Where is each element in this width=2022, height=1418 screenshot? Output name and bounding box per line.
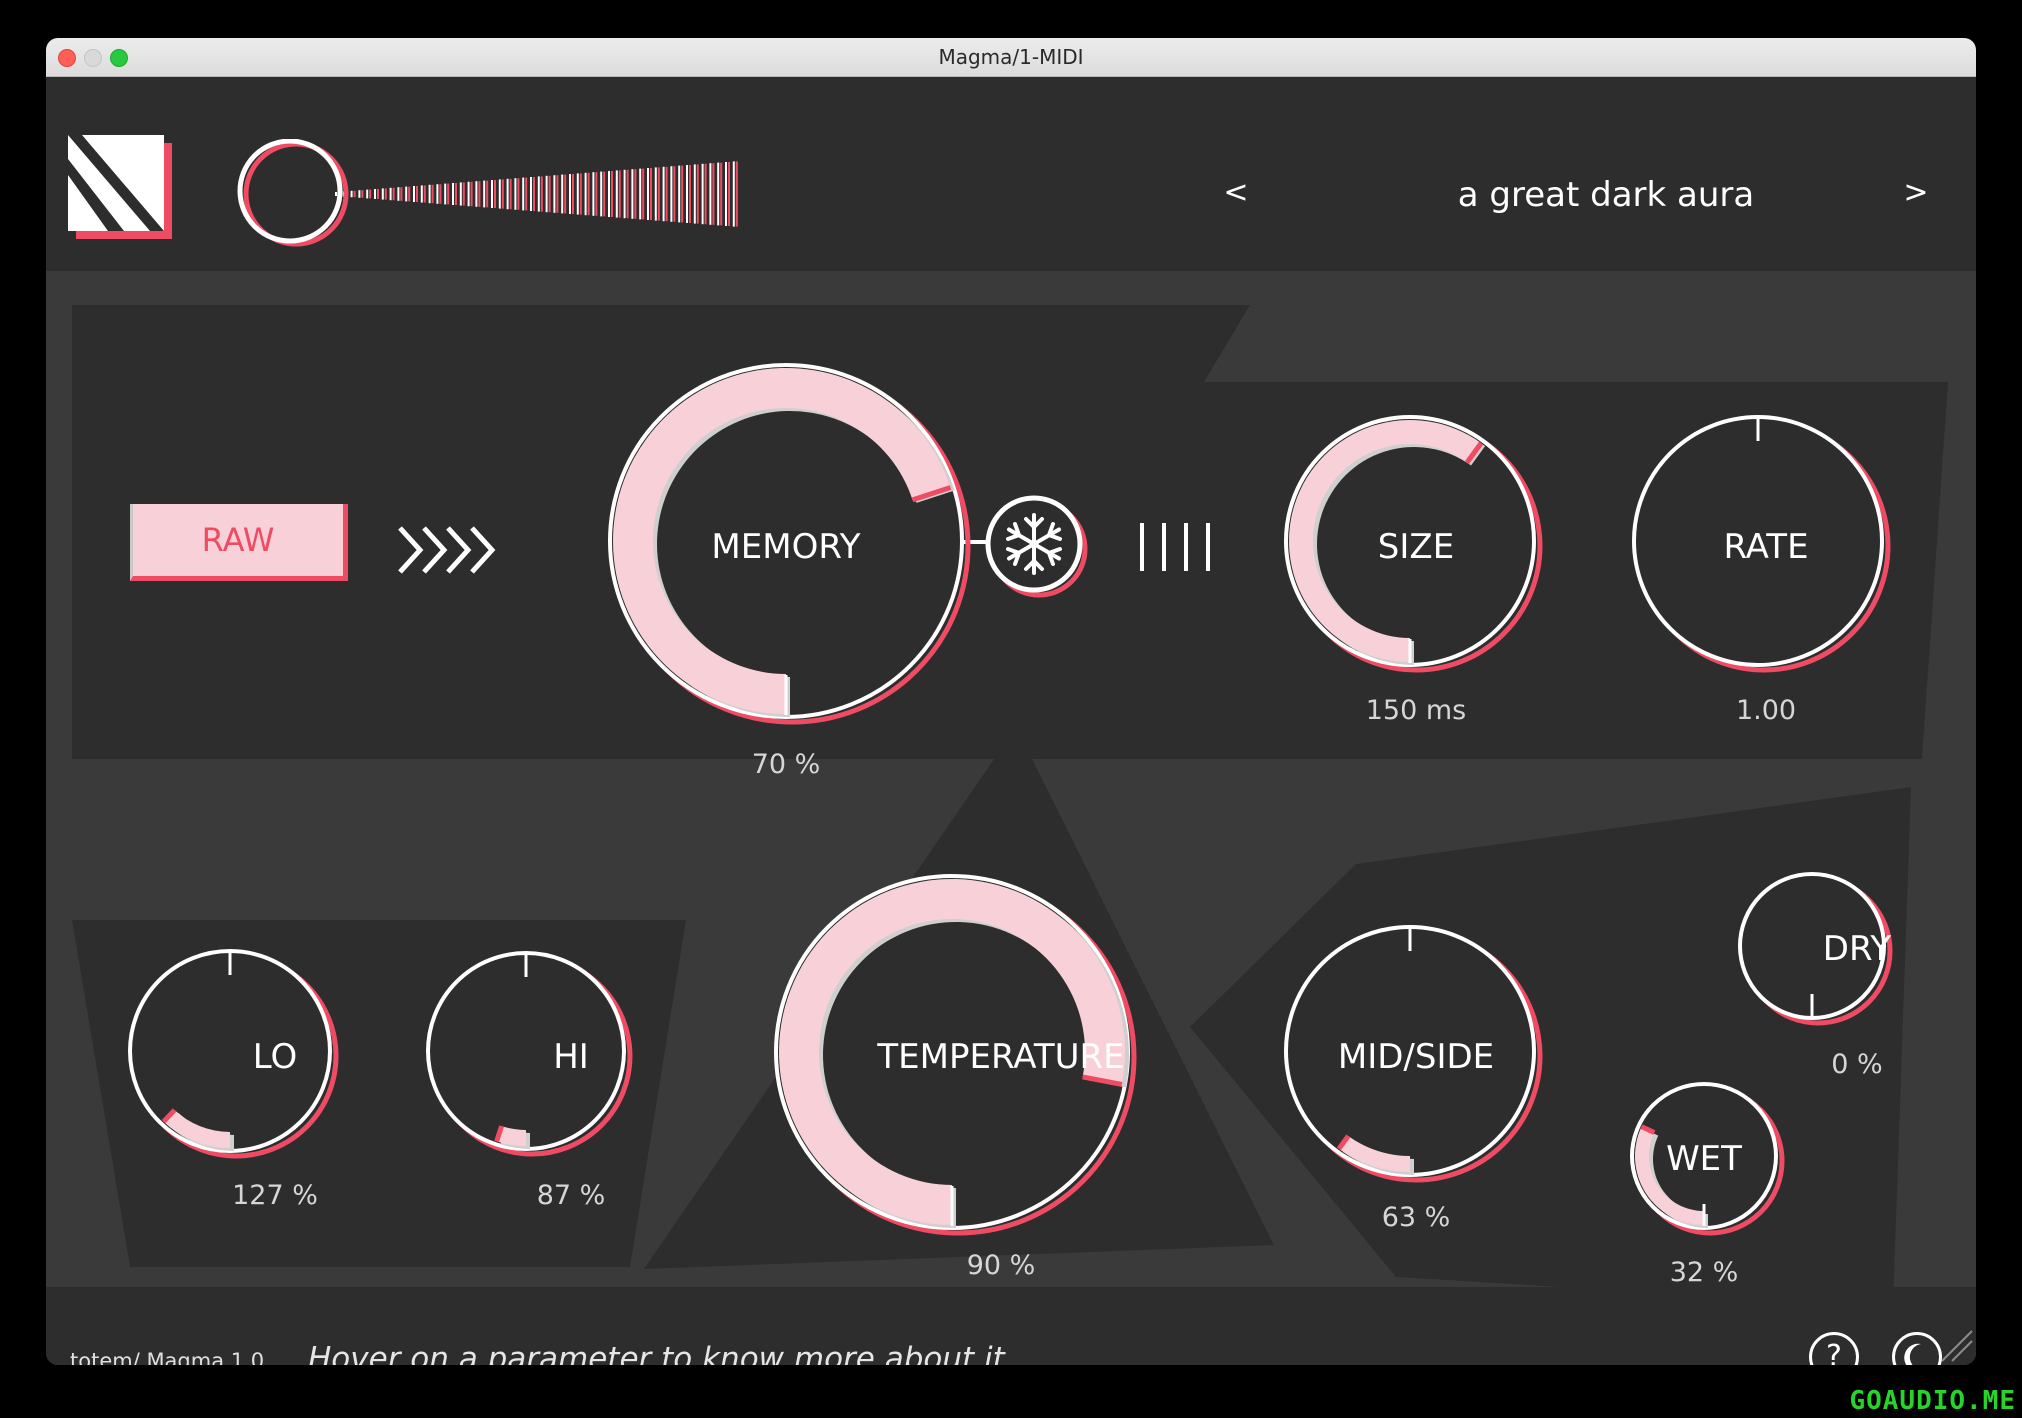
wet-knob-label: WET bbox=[1666, 1139, 1742, 1179]
stripes-decoration bbox=[1140, 523, 1210, 571]
previous-preset-button[interactable]: < bbox=[1216, 175, 1256, 210]
help-icon: ? bbox=[1826, 1339, 1842, 1365]
hi-knob-label: HI bbox=[553, 1037, 589, 1077]
logo bbox=[68, 135, 172, 239]
temperature-value: 90 % bbox=[966, 1250, 1036, 1281]
plugin-body: < a great dark aura > RAW MEMORY 70 % SI… bbox=[46, 77, 1976, 1365]
app-version: totem/ Magma 1.0 bbox=[70, 1349, 265, 1365]
next-preset-button[interactable]: > bbox=[1896, 175, 1936, 210]
memory-knob-label: MEMORY bbox=[711, 527, 861, 567]
chevron-arrows-icon bbox=[398, 526, 496, 574]
wet-value: 32 % bbox=[1669, 1257, 1739, 1288]
lo-value: 127 % bbox=[232, 1180, 318, 1211]
raw-mode-button[interactable]: RAW bbox=[130, 504, 348, 581]
lo-knob-label: LO bbox=[252, 1037, 298, 1077]
parameter-hint: Hover on a parameter to know more about … bbox=[308, 1341, 1005, 1365]
temperature-knob-label: TEMPERATURE bbox=[877, 1037, 1125, 1077]
rate-value: 1.00 bbox=[1735, 695, 1797, 726]
rate-knob-label: RATE bbox=[1723, 527, 1809, 567]
freeze-button[interactable] bbox=[981, 491, 1091, 601]
mid-side-value: 63 % bbox=[1381, 1202, 1451, 1233]
dark-mode-button[interactable] bbox=[1892, 1332, 1942, 1365]
preset-name[interactable]: a great dark aura bbox=[1336, 175, 1876, 215]
size-value: 150 ms bbox=[1365, 695, 1467, 726]
dry-knob-label: DRY bbox=[1822, 929, 1892, 969]
dark-mode-icon bbox=[1904, 1343, 1921, 1365]
size-knob-label: SIZE bbox=[1377, 527, 1455, 567]
memory-value: 70 % bbox=[751, 749, 821, 780]
watermark: GOAUDIO.ME bbox=[1849, 1386, 2016, 1416]
title-bar: Magma/1-MIDI bbox=[46, 38, 1976, 77]
window-title: Magma/1-MIDI bbox=[938, 45, 1084, 69]
hi-value: 87 % bbox=[536, 1180, 606, 1211]
mid-side-knob-label: MID/SIDE bbox=[1337, 1037, 1495, 1077]
plugin-window: Magma/1-MIDI < a great dark aura > RAW M… bbox=[46, 38, 1976, 1365]
memory-visualizer bbox=[237, 139, 738, 247]
dry-value: 0 % bbox=[1831, 1049, 1883, 1080]
